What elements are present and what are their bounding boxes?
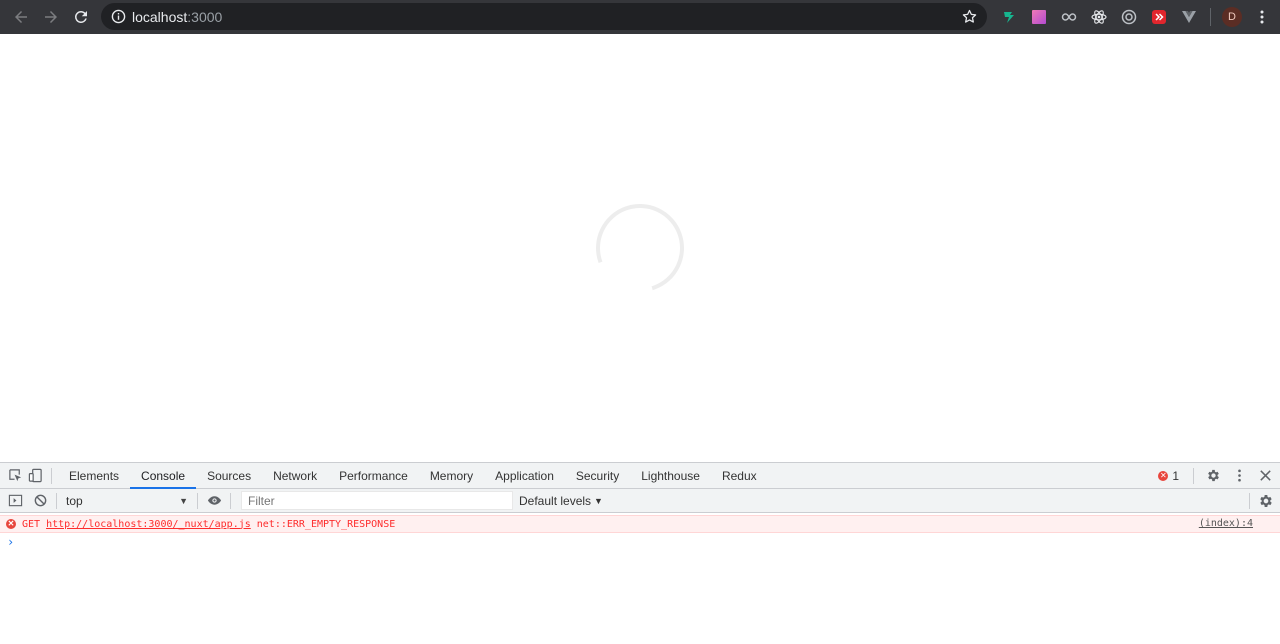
url-host: localhost: [132, 8, 188, 25]
reload-button[interactable]: [66, 2, 96, 32]
sidebar-toggle-icon: [8, 494, 22, 507]
extension-button[interactable]: [1174, 2, 1204, 32]
ext-vue-icon: [1182, 11, 1196, 23]
context-value: top: [66, 493, 83, 508]
ext-target-icon: [1121, 9, 1137, 25]
console-bar-divider: [230, 492, 231, 509]
ext-green-icon: [1004, 12, 1014, 23]
tab-performance[interactable]: Performance: [328, 463, 419, 488]
extensions-area: D: [994, 0, 1277, 34]
loading-spinner-icon: [596, 203, 684, 292]
bookmark-star-icon[interactable]: [961, 8, 978, 25]
info-icon[interactable]: [110, 9, 126, 25]
error-icon: ✕: [1158, 470, 1169, 481]
close-icon: [1259, 470, 1271, 481]
gear-icon: [1207, 469, 1219, 482]
ext-react-icon: [1091, 10, 1107, 24]
tab-redux[interactable]: Redux: [711, 463, 768, 488]
device-toolbar-button[interactable]: [25, 463, 45, 488]
console-prompt[interactable]: ›: [0, 533, 1280, 551]
inspect-element-button[interactable]: [5, 463, 25, 488]
console-bar-divider: [197, 492, 198, 509]
tab-console[interactable]: Console: [130, 463, 197, 489]
inspect-icon: [8, 469, 21, 482]
caret-down-icon: ▼: [594, 495, 603, 506]
source-link[interactable]: (index):4: [1199, 518, 1253, 529]
prompt-chevron-icon: ›: [7, 535, 15, 549]
console-error-message: ✕ GET http://localhost:3000/_nuxt/app.js…: [0, 515, 1280, 533]
context-selector[interactable]: top ▼: [63, 492, 191, 510]
forward-button[interactable]: [36, 2, 66, 32]
devtools-right-controls: ✕ 1: [1158, 463, 1280, 488]
profile-button[interactable]: D: [1217, 2, 1247, 32]
ext-infinity-icon: [1061, 13, 1077, 21]
page-viewport: [0, 34, 1280, 462]
tabbar-divider: [51, 467, 52, 484]
tab-security[interactable]: Security: [565, 463, 630, 488]
request-method: GET: [22, 518, 41, 530]
controls-divider: [1193, 467, 1194, 484]
log-levels-label: Default levels: [519, 493, 592, 508]
kebab-menu-icon: [1260, 10, 1264, 24]
extension-button[interactable]: [1084, 2, 1114, 32]
extension-button[interactable]: [1054, 2, 1084, 32]
error-icon: ✕: [6, 519, 16, 529]
browser-toolbar: localhost:3000 D: [0, 0, 1280, 34]
eye-icon: [207, 496, 221, 505]
devtools-settings-button[interactable]: [1200, 463, 1226, 488]
toolbar-divider: [1210, 8, 1211, 26]
browser-menu-button[interactable]: [1247, 2, 1277, 32]
extension-button[interactable]: [1114, 2, 1144, 32]
reload-icon: [74, 10, 87, 23]
ext-red-icon: [1152, 10, 1166, 24]
tab-network[interactable]: Network: [262, 463, 328, 488]
clear-console-icon: [34, 494, 46, 507]
extension-button[interactable]: [994, 2, 1024, 32]
arrow-right-icon: [45, 11, 57, 23]
extension-button[interactable]: [1144, 2, 1174, 32]
tab-memory[interactable]: Memory: [419, 463, 484, 488]
console-toolbar: top ▼ Filter Default levels ▼: [0, 489, 1280, 513]
kebab-menu-icon: [1237, 469, 1241, 482]
console-bar-divider: [56, 492, 57, 509]
live-expression-button[interactable]: [204, 488, 224, 513]
error-count: 1: [1172, 468, 1179, 483]
tab-sources[interactable]: Sources: [196, 463, 262, 488]
arrow-left-icon: [15, 11, 27, 23]
show-sidebar-button[interactable]: [5, 488, 25, 513]
error-counter[interactable]: ✕ 1: [1158, 469, 1187, 483]
error-text: net::ERR_EMPTY_RESPONSE: [256, 518, 396, 530]
console-bar-divider: [1249, 493, 1250, 509]
url-port: :3000: [187, 8, 223, 25]
devtools-panel: Elements Console Sources Network Perform…: [0, 462, 1280, 644]
url-text: localhost:3000: [132, 9, 222, 25]
devtools-more-button[interactable]: [1226, 463, 1252, 488]
address-bar[interactable]: localhost:3000: [101, 3, 987, 30]
extension-button[interactable]: [1024, 2, 1054, 32]
console-settings-gear-icon[interactable]: [1258, 493, 1274, 509]
ext-gradient-icon: [1032, 10, 1046, 24]
avatar: D: [1222, 7, 1242, 27]
back-button[interactable]: [6, 2, 36, 32]
console-filter-input[interactable]: Filter: [241, 491, 513, 510]
tab-application[interactable]: Application: [484, 463, 565, 488]
tab-lighthouse[interactable]: Lighthouse: [630, 463, 711, 488]
devtools-tabbar: Elements Console Sources Network Perform…: [0, 463, 1280, 489]
devtools-close-button[interactable]: [1252, 463, 1278, 488]
clear-console-button[interactable]: [30, 488, 50, 513]
device-icon: [28, 468, 42, 483]
request-url-link[interactable]: http://localhost:3000/_nuxt/app.js: [46, 519, 251, 530]
log-levels-dropdown[interactable]: Default levels ▼: [519, 494, 603, 508]
tab-elements[interactable]: Elements: [58, 463, 130, 488]
caret-down-icon: ▼: [179, 495, 188, 506]
